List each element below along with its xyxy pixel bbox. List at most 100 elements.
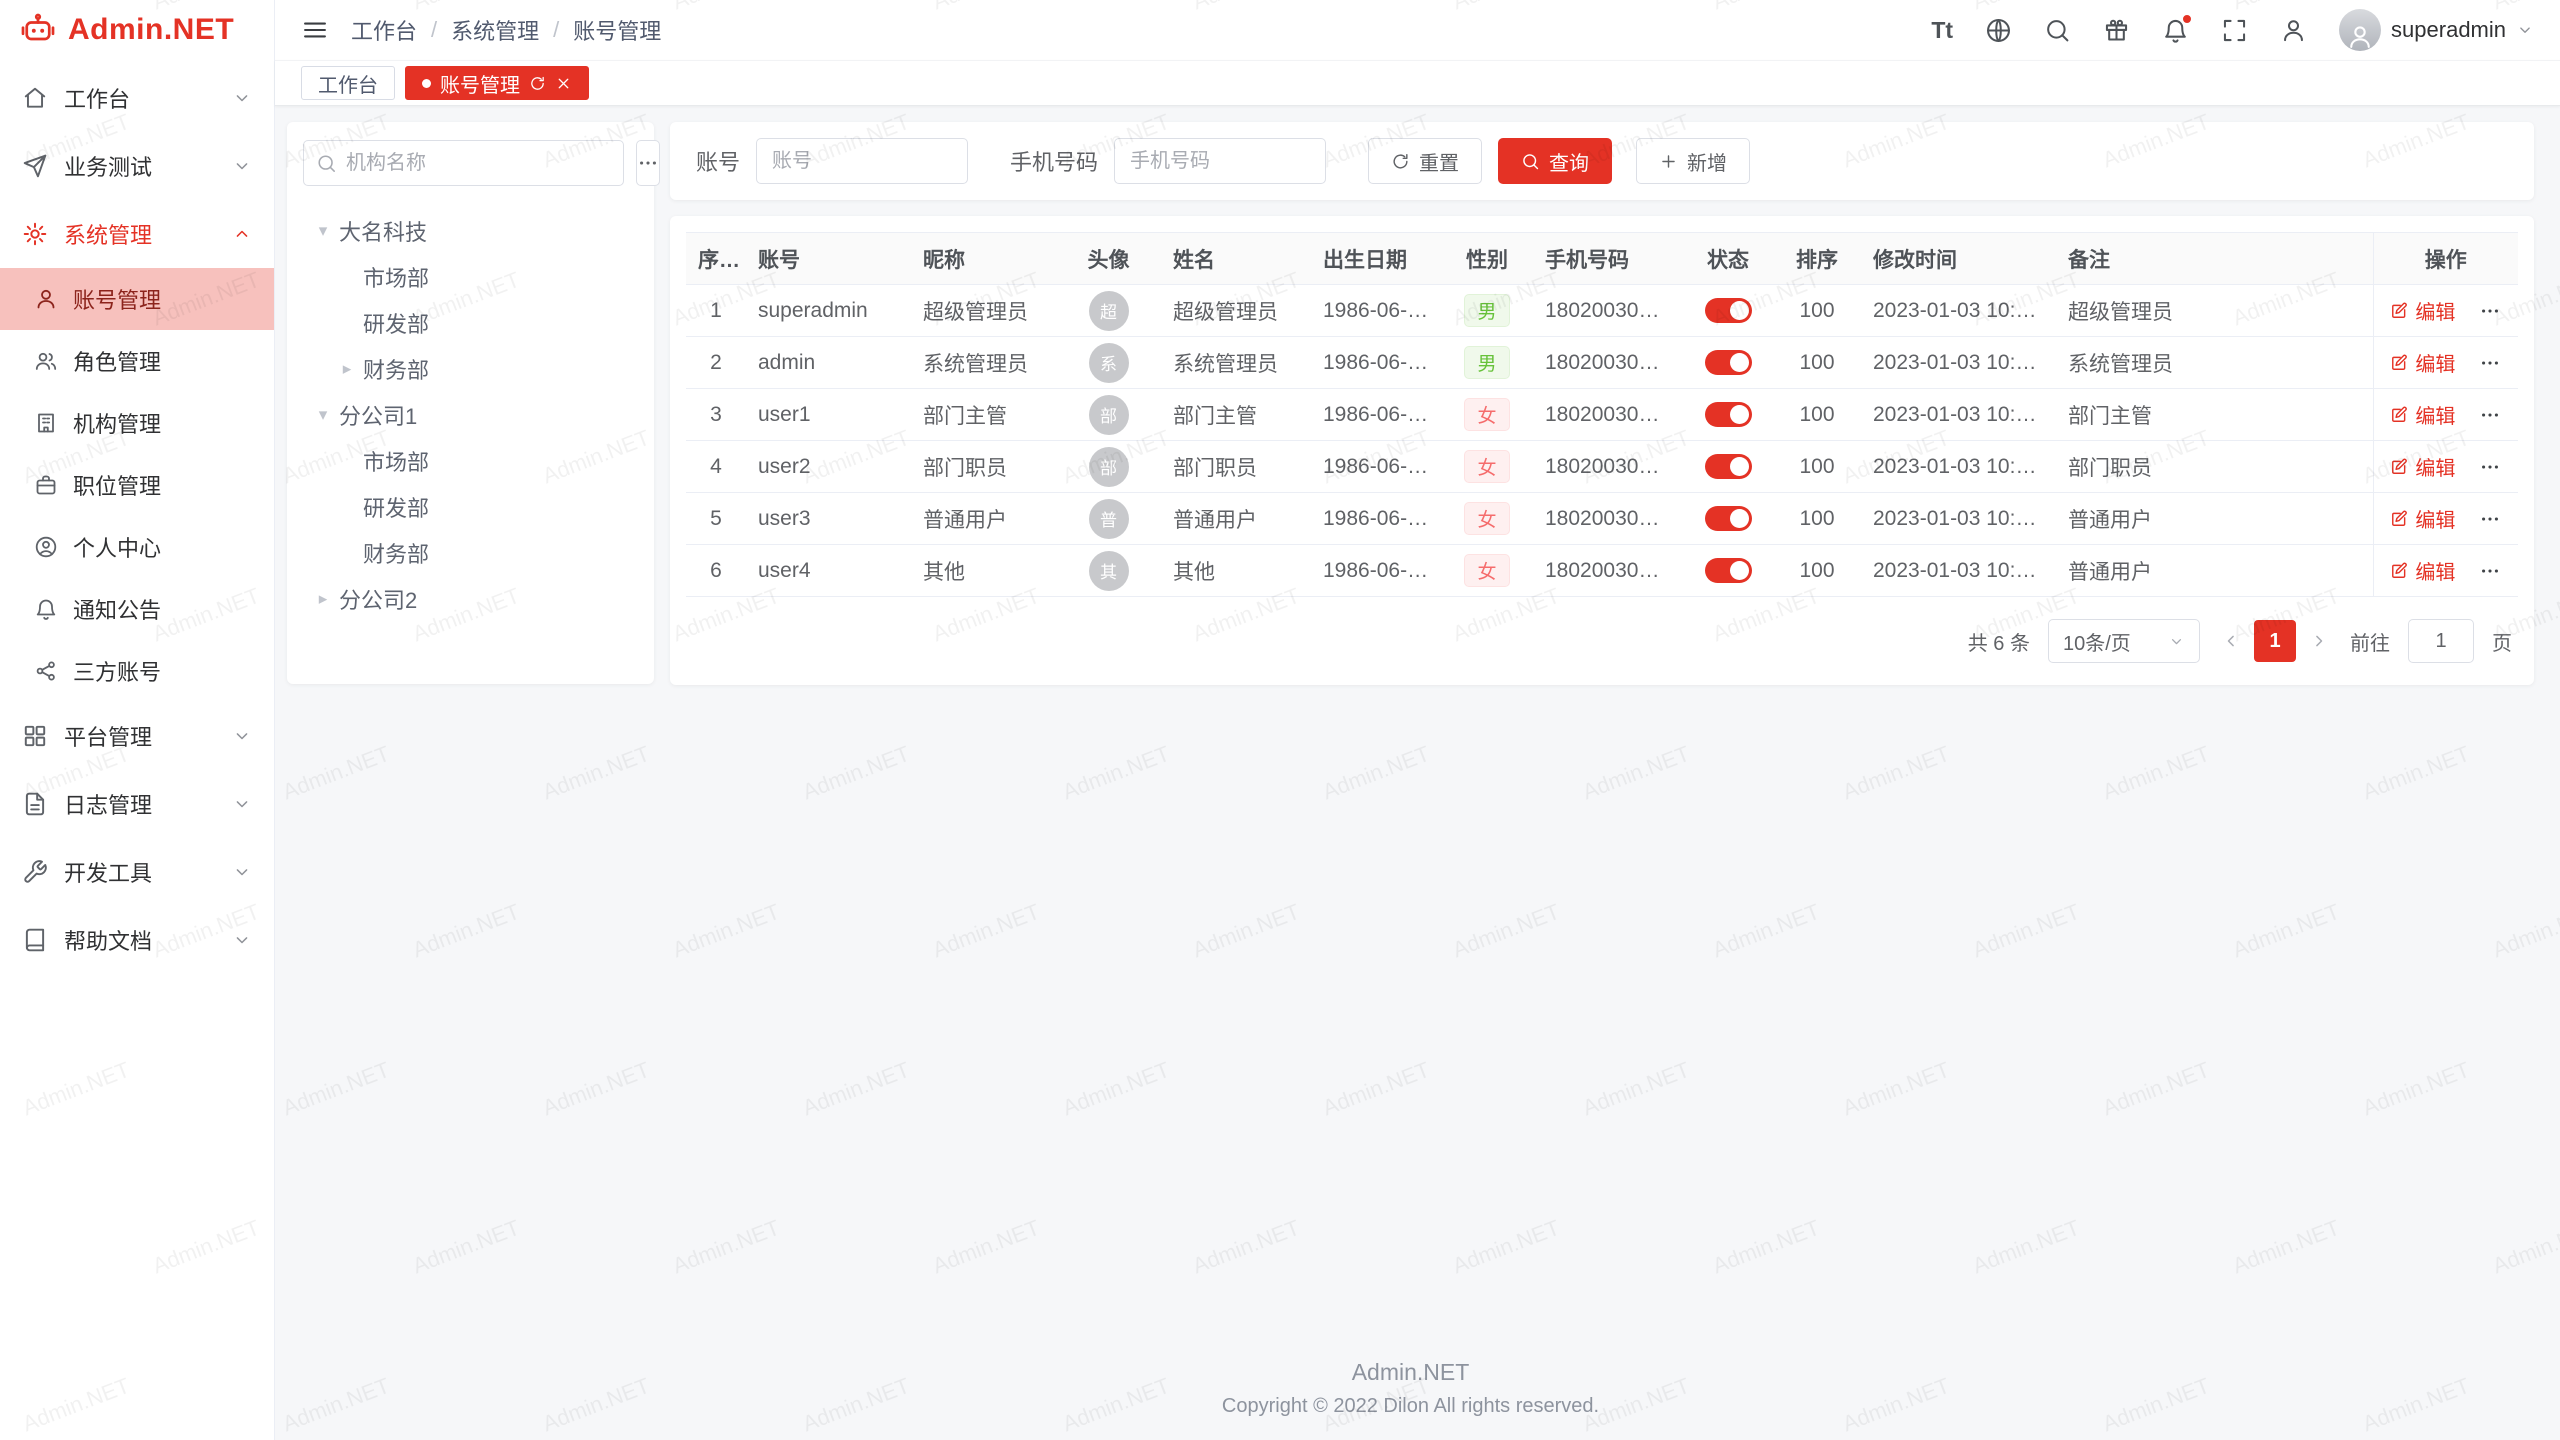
tab-workbench[interactable]: 工作台 (301, 66, 395, 100)
edit-button[interactable]: 编辑 (2390, 400, 2455, 429)
user-icon (34, 287, 58, 311)
col-birthday: 出生日期 (1311, 233, 1441, 285)
breadcrumb-system[interactable]: 系统管理 (451, 14, 539, 46)
tree-node[interactable]: ▸ 财务部 (303, 346, 638, 392)
col-avatar: 头像 (1056, 233, 1161, 285)
tree-node[interactable]: ▸ 分公司2 (303, 576, 638, 622)
row-more-button[interactable] (2479, 300, 2501, 322)
tree-node[interactable]: ▾ 分公司1 (303, 392, 638, 438)
pagination: 共 6 条 10条/页 1 前往 (686, 597, 2518, 673)
sidebar-subitem[interactable]: 职位管理 (0, 454, 274, 516)
tab-account-management[interactable]: 账号管理 (405, 66, 589, 100)
edit-button[interactable]: 编辑 (2390, 452, 2455, 481)
tree-node[interactable]: 市场部 (303, 438, 638, 484)
cell-birthday: 1986-06-28 (1311, 493, 1441, 545)
edit-button[interactable]: 编辑 (2390, 296, 2455, 325)
status-toggle[interactable] (1705, 558, 1752, 583)
edit-icon (2390, 457, 2409, 476)
sidebar-subitem[interactable]: 机构管理 (0, 392, 274, 454)
reset-button[interactable]: 重置 (1368, 138, 1482, 184)
tree-node[interactable]: 市场部 (303, 254, 638, 300)
row-more-button[interactable] (2479, 508, 2501, 530)
status-toggle[interactable] (1705, 454, 1752, 479)
sidebar-subitem[interactable]: 三方账号 (0, 640, 274, 702)
sidebar-subitem[interactable]: 角色管理 (0, 330, 274, 392)
cell-nickname: 系统管理员 (911, 337, 1056, 389)
status-toggle[interactable] (1705, 506, 1752, 531)
tree-node[interactable]: 研发部 (303, 484, 638, 530)
org-search-input[interactable] (346, 152, 611, 175)
globe-icon[interactable] (1985, 17, 2012, 44)
cell-name: 超级管理员 (1161, 285, 1311, 337)
sidebar-subitem[interactable]: 个人中心 (0, 516, 274, 578)
org-more-button[interactable] (636, 140, 660, 186)
search-icon[interactable] (2044, 17, 2071, 44)
sidebar-item-label: 工作台 (64, 82, 130, 114)
edit-button[interactable]: 编辑 (2390, 556, 2455, 585)
fullscreen-icon[interactable] (2221, 17, 2248, 44)
next-page-button[interactable] (2306, 621, 2332, 661)
org-panel-toolbar (303, 140, 638, 186)
tab-close-icon[interactable] (555, 75, 572, 92)
font-size-icon[interactable]: Tt (1931, 17, 1953, 44)
cell-phone: 18020030720 (1533, 389, 1683, 441)
tab-refresh-icon[interactable] (529, 75, 546, 92)
chevron-down-icon (232, 156, 252, 176)
search-button[interactable]: 查询 (1498, 138, 1612, 184)
account-input[interactable] (756, 138, 968, 184)
tree-node-label: 分公司1 (339, 399, 417, 431)
row-more-button[interactable] (2479, 456, 2501, 478)
tree-node[interactable]: 财务部 (303, 530, 638, 576)
cell-remark: 部门职员 (2056, 441, 2373, 493)
sidebar-item[interactable]: 业务测试 (0, 132, 274, 200)
hamburger-icon[interactable] (301, 16, 329, 44)
tree-node[interactable]: 研发部 (303, 300, 638, 346)
theme-icon[interactable] (2103, 17, 2130, 44)
edit-button[interactable]: 编辑 (2390, 504, 2455, 533)
row-more-button[interactable] (2479, 352, 2501, 374)
cell-sort: 100 (1773, 441, 1861, 493)
tree-caret[interactable]: ▾ (311, 405, 335, 425)
sidebar-subitem-label: 个人中心 (73, 531, 161, 563)
cell-account: user3 (746, 493, 911, 545)
tree-caret[interactable]: ▸ (335, 359, 359, 379)
current-page-button[interactable]: 1 (2254, 620, 2296, 662)
table-row: 4 user2 部门职员 部 部门职员 1986-06-28 女 1802003… (686, 441, 2518, 493)
cell-nickname: 超级管理员 (911, 285, 1056, 337)
sidebar-item[interactable]: 帮助文档 (0, 906, 274, 974)
cell-index: 3 (686, 389, 746, 441)
status-toggle[interactable] (1705, 350, 1752, 375)
home-icon (22, 85, 48, 111)
status-toggle[interactable] (1705, 298, 1752, 323)
col-sort: 排序 (1773, 233, 1861, 285)
tree-node[interactable]: ▾ 大名科技 (303, 208, 638, 254)
tree-caret[interactable]: ▾ (311, 221, 335, 241)
prev-page-button[interactable] (2218, 621, 2244, 661)
sidebar-item[interactable]: 日志管理 (0, 770, 274, 838)
sidebar-item[interactable]: 平台管理 (0, 702, 274, 770)
user-menu[interactable]: superadmin (2339, 9, 2534, 51)
breadcrumb-separator: / (431, 17, 437, 43)
sidebar-subitem[interactable]: 通知公告 (0, 578, 274, 640)
row-more-button[interactable] (2479, 560, 2501, 582)
tree-caret[interactable]: ▸ (311, 589, 335, 609)
cell-birthday: 1986-06-28 (1311, 545, 1441, 597)
search-icon (316, 153, 337, 174)
user-icon[interactable] (2280, 17, 2307, 44)
row-more-button[interactable] (2479, 404, 2501, 426)
add-button[interactable]: 新增 (1636, 138, 1750, 184)
bell-icon[interactable] (2162, 17, 2189, 44)
phone-input[interactable] (1114, 138, 1326, 184)
sidebar-subitem[interactable]: 账号管理 (0, 268, 274, 330)
goto-page-input[interactable] (2408, 619, 2474, 663)
edit-button[interactable]: 编辑 (2390, 348, 2455, 377)
sidebar-item[interactable]: 工作台 (0, 64, 274, 132)
sidebar-item[interactable]: 开发工具 (0, 838, 274, 906)
status-toggle[interactable] (1705, 402, 1752, 427)
sidebar-item[interactable]: 系统管理 (0, 200, 274, 268)
page-size-select[interactable]: 10条/页 (2048, 619, 2200, 663)
breadcrumb-workbench[interactable]: 工作台 (351, 14, 417, 46)
cell-avatar: 部 (1056, 441, 1161, 493)
right-column: 账号 手机号码 重置 查询 (670, 122, 2534, 685)
notice-icon (34, 597, 58, 621)
